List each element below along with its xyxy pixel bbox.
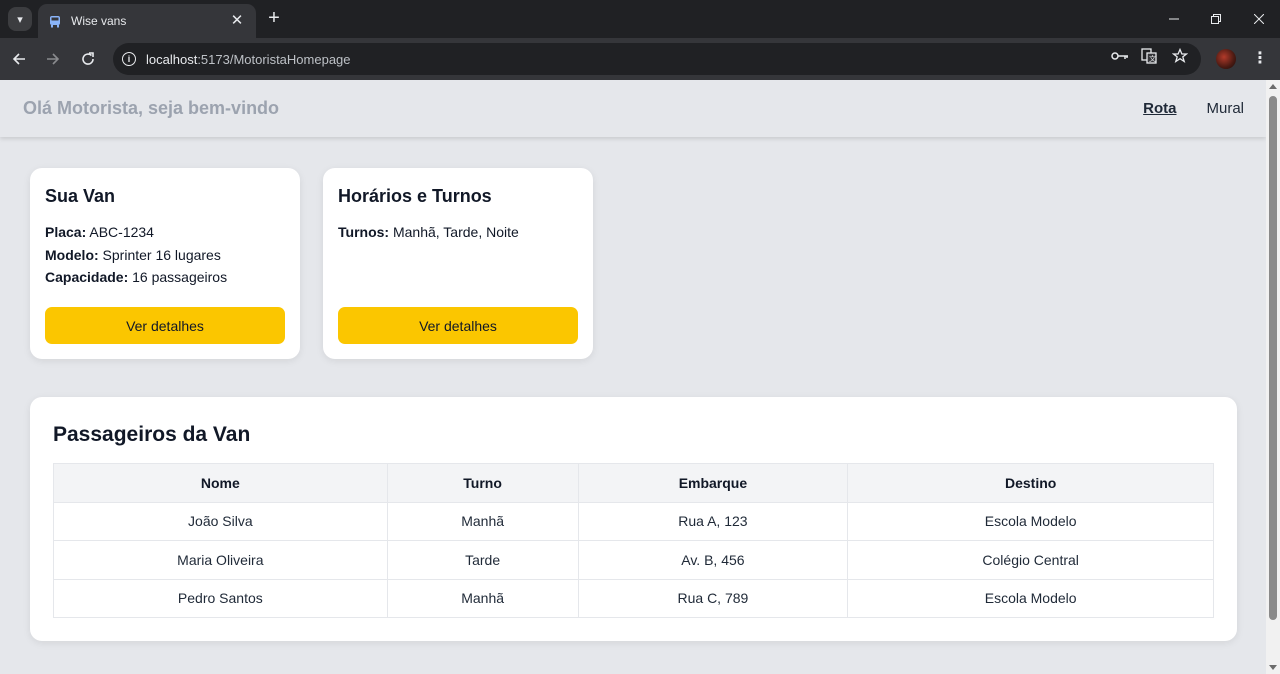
translate-icon[interactable]: 文: [1139, 46, 1159, 66]
placa-label: Placa:: [45, 224, 87, 240]
cell-nome: Maria Oliveira: [53, 540, 388, 580]
key-icon[interactable]: [1110, 46, 1130, 66]
browser-tab[interactable]: Wise vans ✕: [38, 4, 256, 38]
passengers-title: Passageiros da Van: [53, 423, 251, 446]
url-path: :5173/MotoristaHomepage: [197, 51, 351, 67]
schedule-card-title: Horários e Turnos: [338, 186, 492, 206]
turnos-label: Turnos:: [338, 224, 390, 240]
url-host: localhost: [146, 51, 198, 67]
cell-embarque: Rua A, 123: [577, 501, 849, 541]
column-header-embarque: Embarque: [577, 463, 849, 503]
tab-title: Wise vans: [71, 14, 127, 28]
cell-destino: Escola Modelo: [847, 578, 1214, 618]
placa-line: Placa: ABC-1234: [45, 221, 285, 244]
star-icon[interactable]: [1170, 46, 1190, 66]
schedule-card: Horários e Turnos Turnos: Manhã, Tarde, …: [323, 168, 593, 359]
capacidade-value: 16 passageiros: [128, 269, 228, 285]
url-text: localhost:5173/MotoristaHomepage: [146, 52, 351, 67]
page-scrollbar[interactable]: [1266, 80, 1280, 674]
nav-link-rota[interactable]: Rota: [1143, 100, 1176, 117]
cell-destino: Escola Modelo: [847, 501, 1214, 541]
forward-arrow-icon[interactable]: [41, 47, 65, 71]
greeting-title: Olá Motorista, seja bem-vindo: [23, 98, 280, 118]
table-header-row: Nome Turno Embarque Destino: [53, 463, 1214, 503]
table-row: Maria Oliveira Tarde Av. B, 456 Colégio …: [53, 540, 1214, 580]
nav-link-mural[interactable]: Mural: [1206, 100, 1244, 117]
column-header-destino: Destino: [847, 463, 1214, 503]
scroll-thumb[interactable]: [1269, 96, 1277, 620]
scroll-down-arrow-icon[interactable]: [1269, 665, 1277, 670]
passengers-table: Nome Turno Embarque Destino João Silva M…: [53, 463, 1214, 618]
cell-nome: Pedro Santos: [53, 578, 388, 618]
back-arrow-icon[interactable]: [7, 47, 31, 71]
cell-embarque: Av. B, 456: [577, 540, 849, 580]
table-row: João Silva Manhã Rua A, 123 Escola Model…: [53, 501, 1214, 541]
scroll-up-arrow-icon[interactable]: [1269, 84, 1277, 89]
van-card-title: Sua Van: [45, 186, 116, 206]
modelo-label: Modelo:: [45, 246, 99, 263]
browser-toolbar: i localhost:5173/MotoristaHomepage 文 ⋮: [0, 38, 1280, 80]
cell-nome: João Silva: [53, 501, 388, 541]
modelo-line: Modelo: Sprinter 16 lugares: [45, 244, 285, 267]
kebab-menu-icon[interactable]: ⋮: [1250, 48, 1270, 70]
capacidade-label: Capacidade:: [45, 269, 129, 285]
address-bar[interactable]: i localhost:5173/MotoristaHomepage: [113, 43, 1201, 75]
schedule-details-button[interactable]: Ver detalhes: [338, 307, 578, 344]
minimize-icon[interactable]: [1160, 8, 1188, 30]
van-card: Sua Van Placa: ABC-1234 Modelo: Sprinter…: [30, 168, 300, 359]
close-window-icon[interactable]: [1245, 8, 1273, 30]
app-header: Olá Motorista, seja bem-vindo Rota Mural: [0, 80, 1266, 137]
restore-icon[interactable]: [1202, 8, 1230, 30]
plus-icon[interactable]: +: [263, 8, 285, 30]
svg-text:文: 文: [1149, 54, 1156, 63]
passengers-card: Passageiros da Van Nome Turno Embarque D…: [30, 397, 1237, 641]
close-icon[interactable]: ✕: [228, 12, 246, 30]
turnos-line: Turnos: Manhã, Tarde, Noite: [338, 221, 578, 244]
profile-avatar[interactable]: [1216, 49, 1236, 69]
capacidade-line: Capacidade: 16 passageiros: [45, 266, 285, 289]
info-icon[interactable]: i: [122, 52, 136, 66]
cell-turno: Manhã: [386, 501, 579, 541]
reload-icon[interactable]: [76, 47, 100, 71]
modelo-value: Sprinter 16 lugares: [98, 246, 221, 263]
browser-tab-bar: ▾ Wise vans ✕ +: [0, 0, 1280, 38]
column-header-turno: Turno: [386, 463, 579, 503]
column-header-nome: Nome: [53, 463, 388, 503]
cell-turno: Manhã: [386, 578, 579, 618]
table-row: Pedro Santos Manhã Rua C, 789 Escola Mod…: [53, 578, 1214, 618]
placa-value: ABC-1234: [86, 224, 154, 240]
van-details-button[interactable]: Ver detalhes: [45, 307, 285, 344]
turnos-value: Manhã, Tarde, Noite: [389, 224, 519, 240]
page-viewport: Olá Motorista, seja bem-vindo Rota Mural…: [0, 80, 1266, 674]
cell-destino: Colégio Central: [847, 540, 1214, 580]
cell-turno: Tarde: [386, 540, 579, 580]
van-favicon: [48, 14, 62, 28]
cell-embarque: Rua C, 789: [577, 578, 849, 618]
tab-search-icon[interactable]: ▾: [8, 7, 32, 31]
